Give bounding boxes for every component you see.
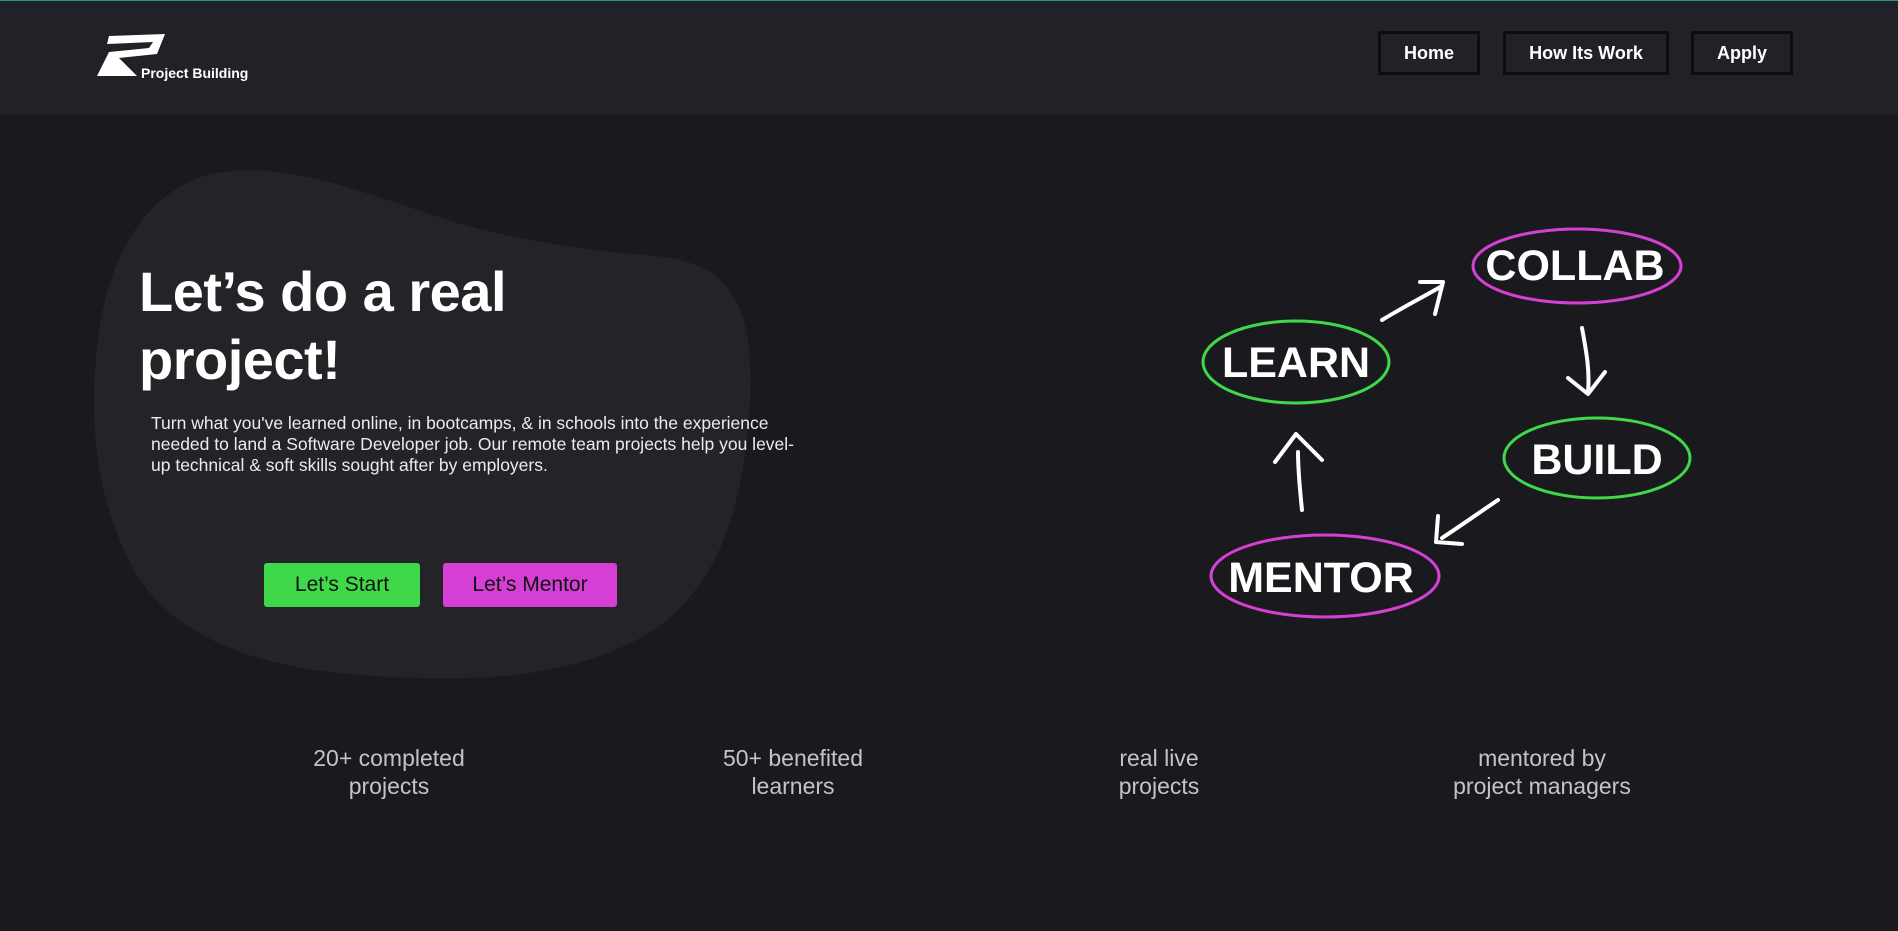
nav-home-button[interactable]: Home [1378, 31, 1480, 75]
logo[interactable]: Project Building [95, 32, 265, 84]
lets-mentor-button[interactable]: Let’s Mentor [443, 563, 617, 607]
stat-line: 50+ benefited [722, 745, 864, 771]
nav-apply-button[interactable]: Apply [1691, 31, 1793, 75]
learn-label: LEARN [1222, 339, 1370, 387]
arrow-learn-to-collab-icon [1380, 284, 1444, 322]
stat-completed-projects: 20+ completed projects [299, 744, 479, 800]
build-label: BUILD [1531, 436, 1662, 484]
stat-benefited-learners: 50+ benefited learners [703, 744, 883, 800]
stat-line: real live [1119, 745, 1199, 771]
stat-line: project managers [1453, 773, 1631, 799]
stat-line: learners [751, 773, 835, 799]
stat-line: 20+ completed [313, 745, 465, 771]
stat-line: mentored by [1478, 745, 1606, 771]
logo-text: Project Building [141, 65, 249, 81]
mentor-node: MENTOR [1209, 533, 1441, 619]
collab-node: COLLAB [1471, 227, 1683, 305]
hero-title: Let’s do a real project! [139, 260, 507, 391]
hero-description: Turn what you've learned online, in boot… [151, 413, 794, 475]
mentor-label: MENTOR [1228, 554, 1414, 602]
site-header: Project Building Home How Its Work Apply [0, 1, 1898, 114]
stat-line: projects [1118, 773, 1200, 799]
arrow-collab-to-build-icon [1580, 326, 1591, 394]
collab-label: COLLAB [1485, 242, 1664, 290]
learn-collab-build-mentor-diagram: LEARN COLLAB BUILD MENTOR [1201, 227, 1692, 619]
arrowhead-mentor-icon [1434, 514, 1464, 546]
stat-mentored-by-managers: mentored by project managers [1427, 744, 1657, 800]
learn-node: LEARN [1201, 319, 1391, 405]
stat-line: projects [348, 773, 430, 799]
arrow-build-to-mentor-icon [1440, 498, 1500, 540]
build-node: BUILD [1502, 416, 1692, 500]
lets-start-button[interactable]: Let’s Start [264, 563, 420, 607]
arrow-mentor-to-learn-icon [1296, 450, 1304, 512]
nav-how-its-work-button[interactable]: How Its Work [1503, 31, 1669, 75]
stat-real-live-projects: real live projects [1069, 744, 1249, 800]
